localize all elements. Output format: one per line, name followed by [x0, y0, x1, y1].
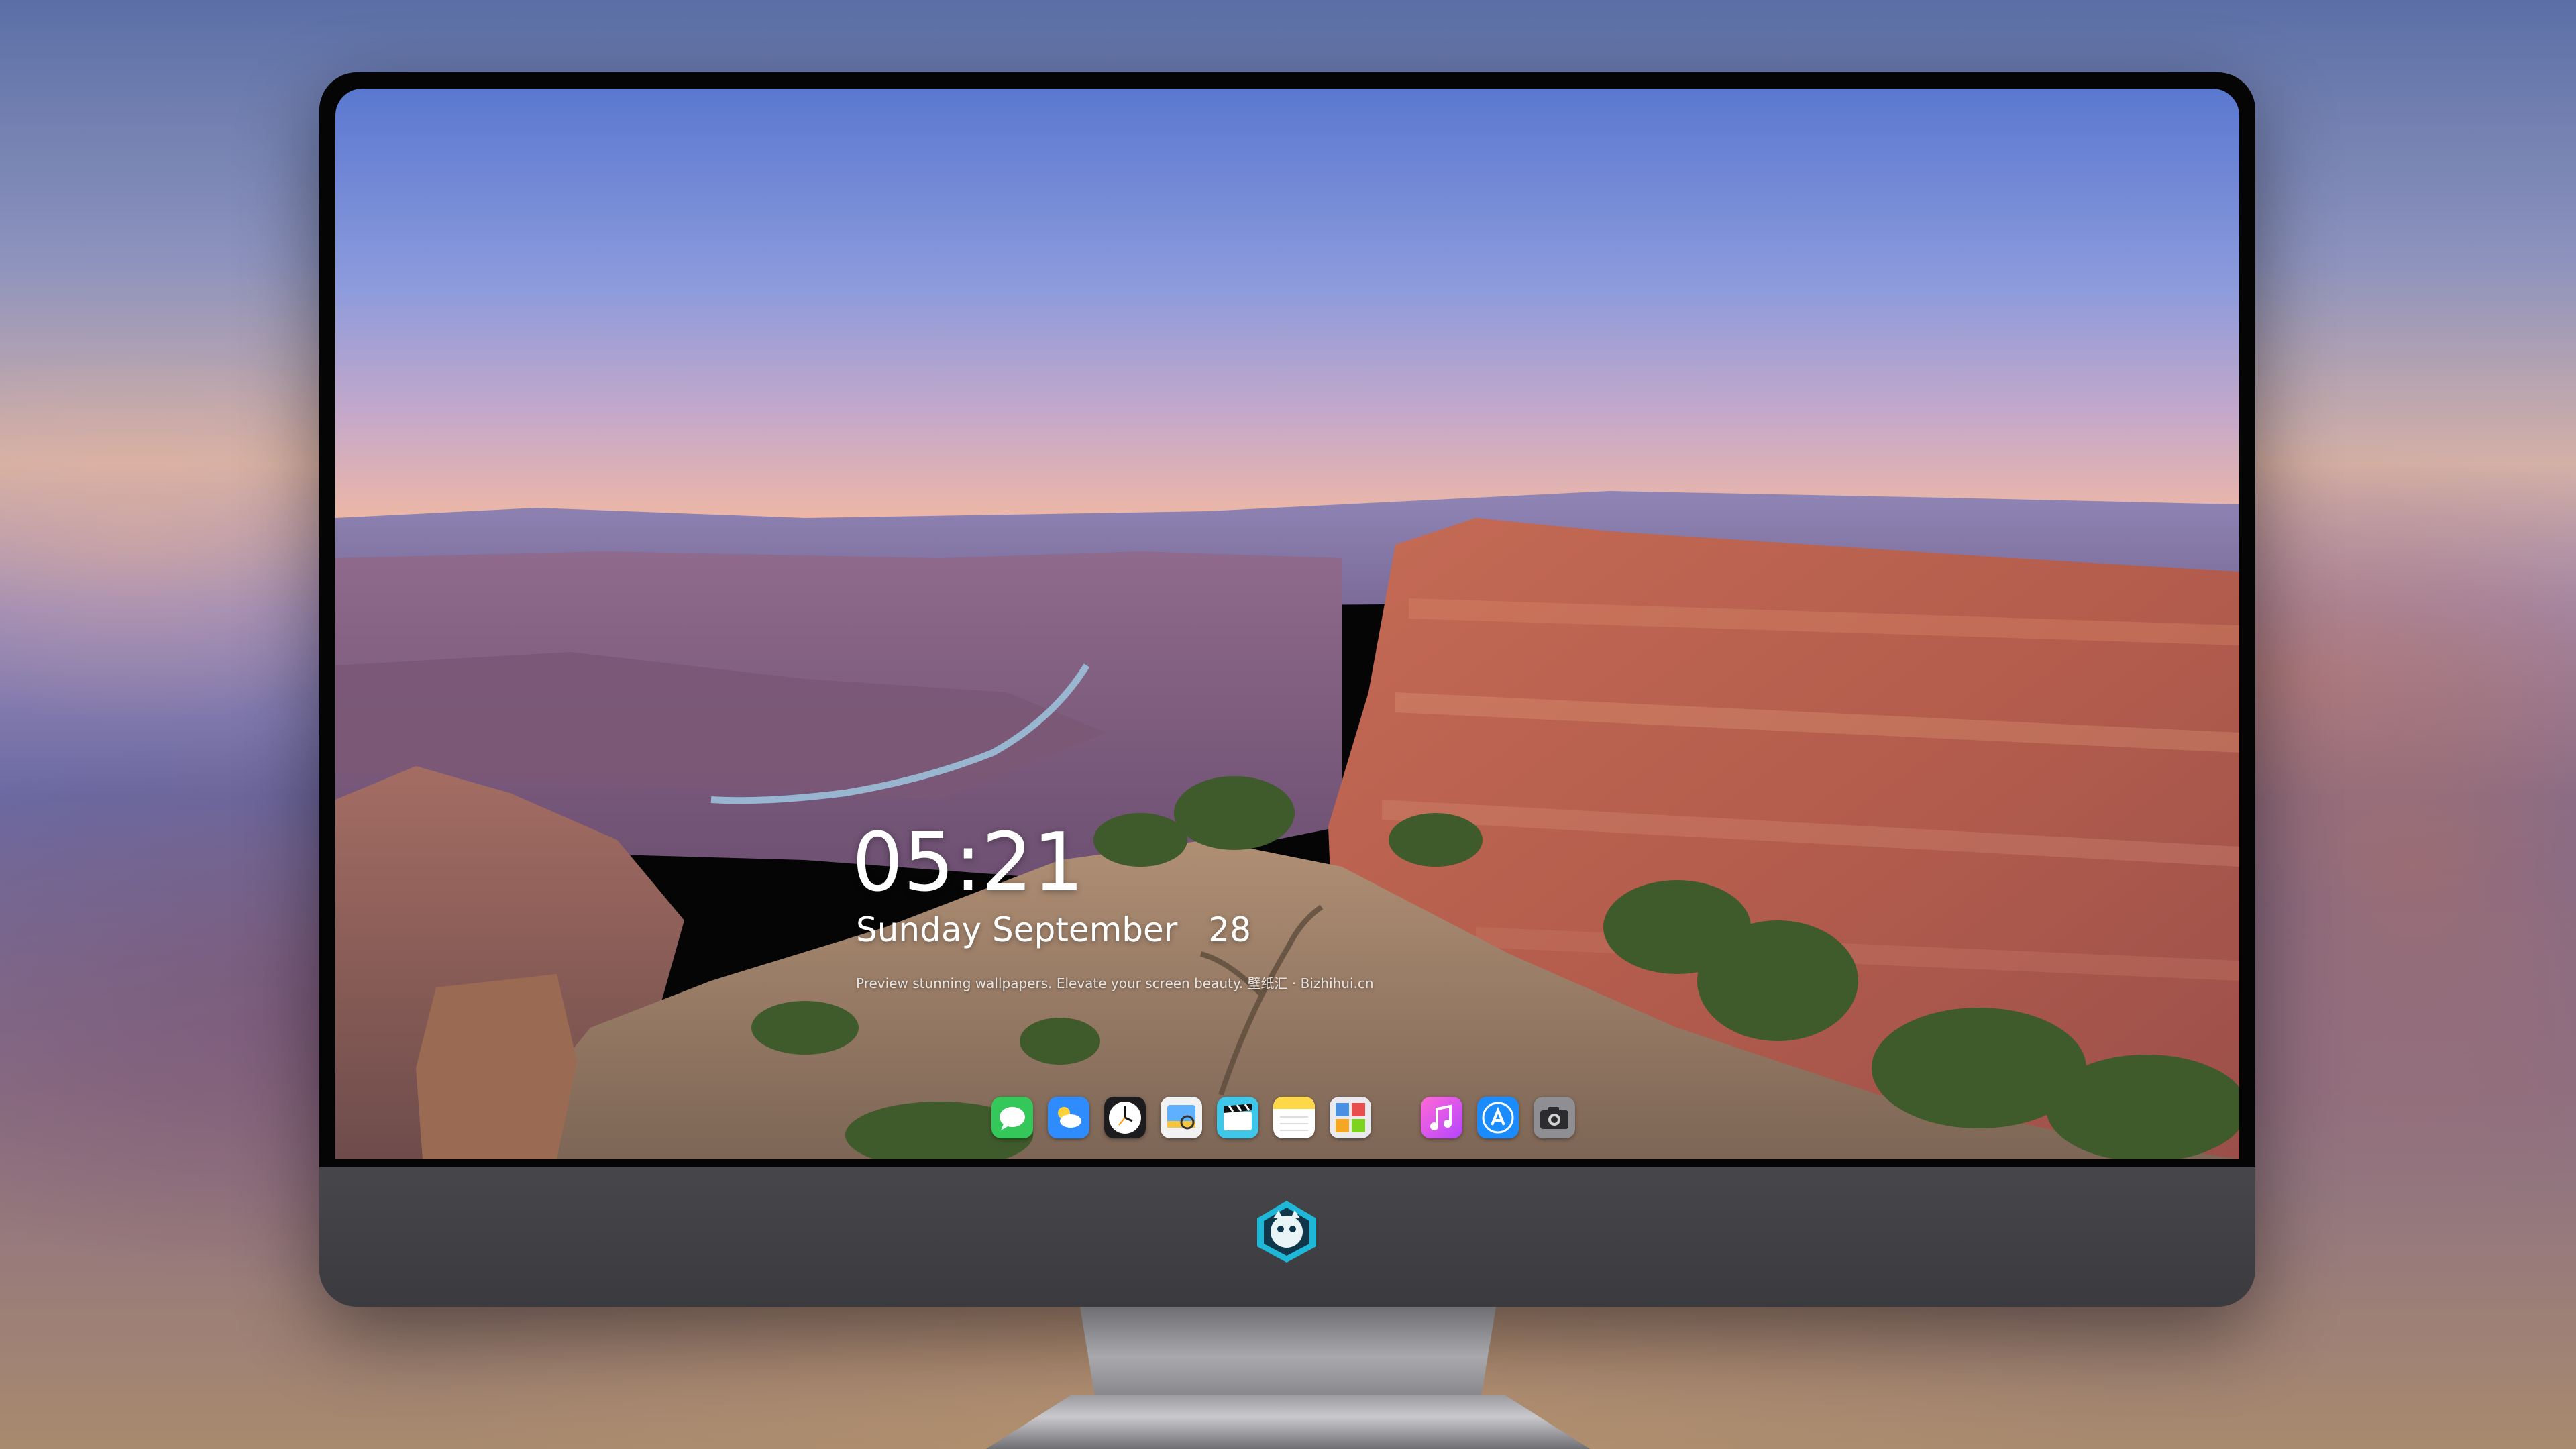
monitor-bezel: 05:21 Sunday September 28 Preview stunni…: [319, 72, 2255, 1167]
date-day: 28: [1208, 910, 1251, 949]
dock-app-clips[interactable]: [1217, 1097, 1258, 1138]
dock-app-photo-booth[interactable]: [1330, 1097, 1371, 1138]
dock-app-notes[interactable]: [1273, 1097, 1315, 1138]
date-weekday: Sunday: [856, 910, 982, 949]
music-icon: [1421, 1097, 1462, 1138]
photo-booth-icon: [1330, 1097, 1371, 1138]
notes-icon: [1273, 1097, 1315, 1138]
app-store-icon: [1477, 1097, 1519, 1138]
wallpaper-canyon: [335, 89, 2239, 1159]
clips-icon: [1217, 1097, 1258, 1138]
dock-app-preview[interactable]: [1161, 1097, 1202, 1138]
lock-date: Sunday September 28: [856, 910, 1251, 949]
dock: [991, 1092, 1590, 1143]
monitor-stand-neck: [1080, 1307, 1496, 1407]
dock-app-music[interactable]: [1421, 1097, 1462, 1138]
clock-icon: [1104, 1097, 1146, 1138]
date-month: September: [992, 910, 1178, 949]
preview-icon: [1161, 1097, 1202, 1138]
lock-clock: 05:21: [852, 816, 1084, 910]
dock-app-weather[interactable]: [1048, 1097, 1089, 1138]
dock-app-camera[interactable]: [1534, 1097, 1575, 1138]
dock-app-app-store[interactable]: [1477, 1097, 1519, 1138]
brand-logo-icon: [1253, 1198, 1320, 1265]
messages-icon: [991, 1097, 1033, 1138]
weather-icon: [1048, 1097, 1089, 1138]
camera-icon: [1534, 1097, 1575, 1138]
wallpaper-tagline: Preview stunning wallpapers. Elevate you…: [856, 975, 1374, 991]
monitor-stand-base: [986, 1395, 1590, 1449]
dock-app-messages[interactable]: [991, 1097, 1033, 1138]
desktop-screen: 05:21 Sunday September 28 Preview stunni…: [335, 89, 2239, 1159]
dock-app-clock[interactable]: [1104, 1097, 1146, 1138]
